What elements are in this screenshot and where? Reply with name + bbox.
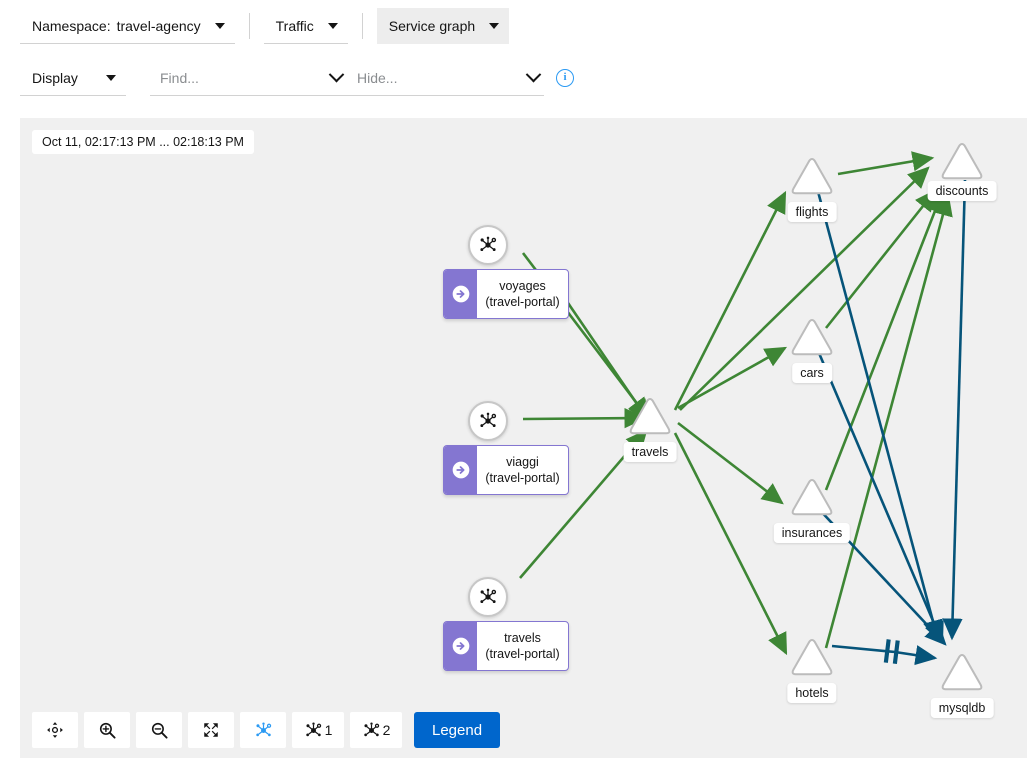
info-circle-icon[interactable]: i <box>556 69 574 87</box>
box-node-namespace: (travel-portal) <box>485 647 560 661</box>
triangle-icon <box>941 654 983 691</box>
chevron-down-icon <box>328 66 344 83</box>
box-node-name: travels <box>504 630 541 645</box>
zoom-out-button[interactable] <box>136 712 182 748</box>
search-minus-icon <box>151 722 168 739</box>
topology-icon <box>305 722 321 736</box>
triangle-icon <box>791 319 833 356</box>
service-graph-canvas[interactable]: Oct 11, 02:17:13 PM ... 02:18:13 PM voya… <box>20 118 1027 758</box>
expand-arrows-icon <box>204 723 218 737</box>
service-node-label: hotels <box>787 683 837 703</box>
display-select-label: Display <box>32 69 78 86</box>
service-node-label: cars <box>792 363 832 383</box>
layout-1-label: 1 <box>324 722 333 738</box>
chevron-down-icon <box>525 66 541 83</box>
service-node-mysqldb[interactable]: mysqldb <box>930 652 994 718</box>
box-node-name: voyages <box>499 278 546 293</box>
triangle-icon <box>791 158 833 195</box>
service-node-icon-viaggi[interactable] <box>468 401 508 441</box>
namespace-select[interactable]: Namespace: travel-agency <box>20 8 235 44</box>
box-node-voyages-text: voyages (travel-portal) <box>477 270 568 318</box>
arrow-circle-right-icon <box>444 622 477 670</box>
service-node-cars[interactable]: cars <box>789 317 835 383</box>
layout-default-button[interactable] <box>240 712 286 748</box>
service-node-icon-travels-portal[interactable] <box>468 577 508 617</box>
caret-down-icon <box>214 22 225 29</box>
graph-secondary-toolbar: Display i <box>20 60 574 96</box>
search-plus-icon <box>99 722 116 739</box>
hide-dropdown-toggle[interactable] <box>522 60 544 96</box>
fit-to-screen-button[interactable] <box>188 712 234 748</box>
service-node-insurances[interactable]: insurances <box>773 477 851 543</box>
topology-icon <box>255 722 271 736</box>
graph-time-range-badge: Oct 11, 02:17:13 PM ... 02:18:13 PM <box>32 130 254 154</box>
graph-controls-toolbar: 1 2 Legend <box>32 712 501 748</box>
service-node-icon <box>480 588 497 603</box>
hide-input[interactable] <box>347 60 522 96</box>
topology-icon <box>363 722 379 736</box>
box-node-viaggi-text: viaggi (travel-portal) <box>477 446 568 494</box>
triangle-icon <box>941 143 983 180</box>
caret-down-icon <box>489 22 500 29</box>
service-node-icon-voyages[interactable] <box>468 225 508 265</box>
legend-button[interactable]: Legend <box>414 712 501 748</box>
caret-down-icon <box>327 22 338 29</box>
graph-primary-toolbar: Namespace: travel-agency Traffic Service… <box>20 8 510 44</box>
service-node-label: discounts <box>927 181 997 201</box>
kiali-graph-page: Namespace: travel-agency Traffic Service… <box>0 0 1027 758</box>
arrow-circle-right-icon <box>444 270 477 318</box>
box-node-name: viaggi <box>506 454 539 469</box>
service-node-hotels[interactable]: hotels <box>787 637 837 703</box>
triangle-icon <box>791 479 833 516</box>
triangle-icon <box>629 398 671 435</box>
box-node-voyages[interactable]: voyages (travel-portal) <box>443 269 569 319</box>
service-node-flights[interactable]: flights <box>787 156 837 222</box>
box-node-viaggi[interactable]: viaggi (travel-portal) <box>443 445 569 495</box>
graph-type-select-value: Service graph <box>388 17 476 34</box>
namespace-select-value: travel-agency <box>116 17 201 34</box>
layout-2-label: 2 <box>382 722 391 738</box>
triangle-icon <box>791 639 833 676</box>
service-node-discounts[interactable]: discounts <box>927 141 997 201</box>
graph-type-select[interactable]: Service graph <box>376 8 510 44</box>
edge-hotels-mysqldb <box>831 639 938 666</box>
drag-pan-button[interactable] <box>32 712 78 748</box>
display-select[interactable]: Display <box>20 60 126 96</box>
box-node-namespace: (travel-portal) <box>485 295 560 309</box>
box-node-travels-portal-text: travels (travel-portal) <box>477 622 568 670</box>
box-node-travels-portal[interactable]: travels (travel-portal) <box>443 621 569 671</box>
traffic-select-value: Traffic <box>275 17 314 34</box>
hide-input-group <box>347 60 544 96</box>
find-input[interactable] <box>150 60 325 96</box>
traffic-select[interactable]: Traffic <box>263 8 348 44</box>
arrows-alt-icon <box>47 722 63 738</box>
toolbar-divider-1 <box>248 13 250 39</box>
service-node-label: travels <box>623 442 677 462</box>
service-node-icon <box>480 412 497 427</box>
layout-2-button[interactable]: 2 <box>350 712 402 748</box>
box-node-namespace: (travel-portal) <box>485 471 560 485</box>
service-node-travels[interactable]: travels <box>623 396 677 462</box>
layout-1-button[interactable]: 1 <box>292 712 344 748</box>
service-node-label: insurances <box>773 523 851 543</box>
arrow-circle-right-icon <box>444 446 477 494</box>
find-input-group <box>150 60 347 96</box>
find-dropdown-toggle[interactable] <box>325 60 347 96</box>
service-node-label: mysqldb <box>930 698 994 718</box>
namespace-select-label: Namespace: <box>32 17 111 34</box>
service-node-icon <box>480 236 497 251</box>
service-node-label: flights <box>787 202 837 222</box>
toolbar-divider-2 <box>361 13 363 39</box>
caret-down-icon <box>106 74 116 81</box>
zoom-in-button[interactable] <box>84 712 130 748</box>
